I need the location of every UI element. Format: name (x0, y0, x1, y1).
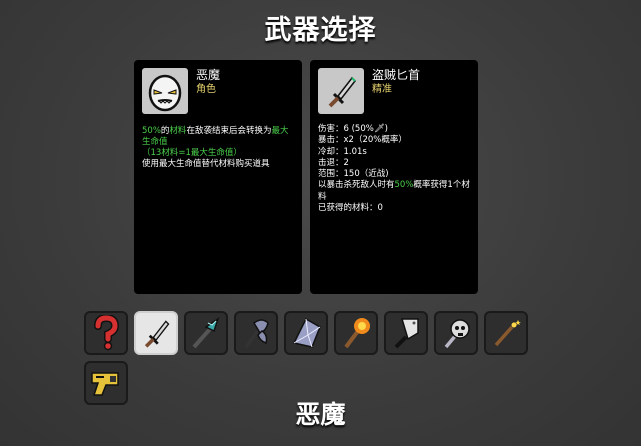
crystal-spear-icon (192, 317, 220, 349)
cleaver-icon (394, 318, 419, 349)
selected-character-label: 恶魔 (295, 400, 346, 429)
demon-egg-icon (148, 74, 182, 112)
crystal-shard-icon (292, 317, 321, 348)
weapon-slot-battle-axe[interactable] (234, 311, 278, 355)
magic-wand-icon (494, 320, 521, 347)
stat-cooldown: 冷却：1.01s (318, 146, 367, 157)
skull-mace-icon (444, 319, 470, 349)
weapon-category: 精准 (372, 84, 392, 95)
stat-knockback: 击退：2 (318, 157, 349, 168)
stat-crit: 暴击：x2（20%概率） (318, 135, 407, 146)
character-category: 角色 (196, 84, 216, 95)
stat-obtained: 已获得的材料：0 (318, 203, 383, 214)
weapon-slot-crystal-shard[interactable] (284, 311, 328, 355)
character-portrait (142, 68, 188, 114)
character-description: 50%的材料在敌袭结束后会转换为最大生命值 （13材料=1最大生命值） 使用最大… (142, 126, 289, 169)
weapon-slot-magic-wand[interactable] (484, 311, 528, 355)
character-name: 恶魔 (196, 68, 221, 82)
weapon-portrait (318, 68, 364, 114)
thief-dagger-icon (144, 320, 170, 348)
weapon-slot-crystal-spear[interactable] (184, 311, 228, 355)
weapon-stats: 伤害：6 (50%🗡) 暴击：x2（20%概率） 冷却：1.01s 击退：2 范… (318, 124, 470, 214)
random-question-icon (94, 315, 120, 351)
page-title: 武器选择 (264, 15, 377, 46)
stat-range: 范围：150（近战) (318, 169, 389, 180)
weapon-name: 盗贼匕首 (372, 68, 421, 82)
weapon-slot-thief-dagger[interactable] (134, 311, 178, 355)
thief-dagger-icon (328, 76, 356, 108)
weapon-panel: 盗贼匕首 精准 伤害：6 (50%🗡) 暴击：x2（20%概率） 冷却：1.01… (310, 60, 478, 294)
weapon-slot-skull-mace[interactable] (434, 311, 478, 355)
stat-effect: 以暴击杀死敌人时有50%概率获得1个材料 (318, 180, 470, 202)
weapon-slot-random[interactable] (84, 311, 128, 355)
weapon-slot-cleaver[interactable] (384, 311, 428, 355)
torch-icon (344, 318, 370, 349)
character-panel: 恶魔 角色 50%的材料在敌袭结束后会转换为最大生命值 （13材料=1最大生命值… (134, 60, 302, 294)
stat-damage: 伤害：6 (50%🗡) (318, 124, 388, 134)
battle-axe-icon (244, 319, 269, 349)
weapon-slot-torch[interactable] (334, 311, 378, 355)
